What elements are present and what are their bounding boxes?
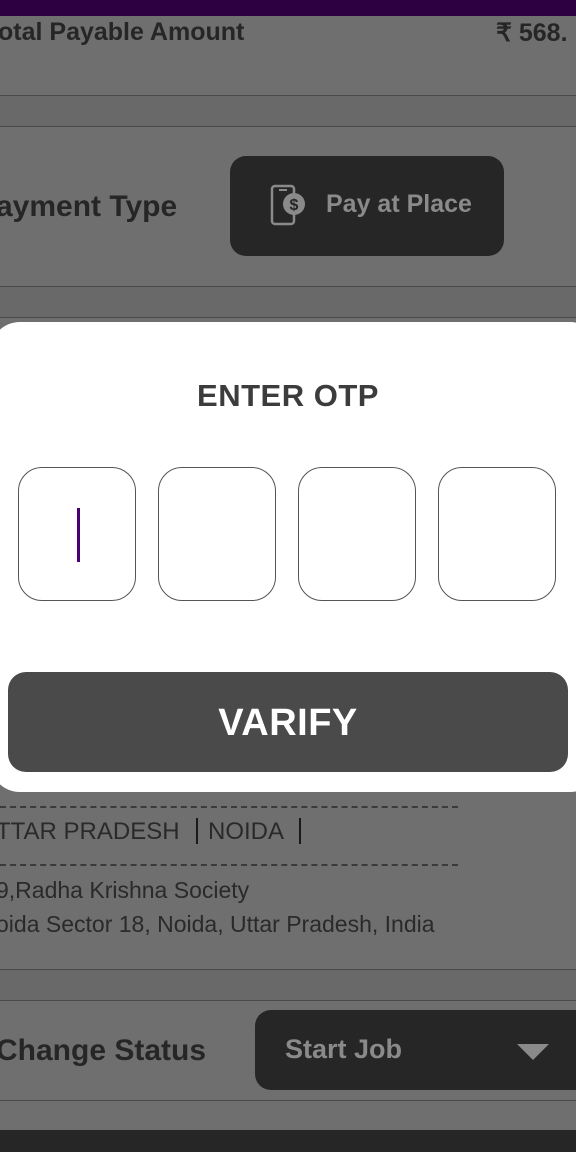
total-payable-label: otal Payable Amount (0, 18, 245, 46)
divider (0, 126, 576, 127)
separator (299, 818, 301, 844)
total-payable-value: ₹ 568. (496, 19, 568, 47)
verify-button[interactable]: VARIFY (8, 672, 568, 772)
dashed-divider (0, 864, 458, 866)
pay-at-place-button[interactable]: $ Pay at Place (230, 156, 504, 256)
city-label: NOIDA (208, 818, 285, 845)
svg-text:$: $ (290, 197, 299, 214)
status-bar (0, 0, 576, 16)
payment-type-label: ayment Type (0, 190, 178, 223)
state-label: TTAR PRADESH (0, 818, 180, 845)
section-gap (0, 970, 576, 1000)
caret-down-icon (517, 1044, 549, 1060)
verify-button-label: VARIFY (218, 702, 358, 744)
status-dropdown[interactable]: Start Job (255, 1010, 576, 1090)
divider (0, 1000, 576, 1001)
otp-dialog-title: ENTER OTP (197, 378, 379, 413)
separator (196, 818, 198, 844)
pay-at-place-label: Pay at Place (326, 190, 472, 218)
otp-digit-4-input[interactable] (438, 467, 556, 601)
otp-digit-2-input[interactable] (158, 467, 276, 601)
divider (0, 1100, 576, 1101)
section-gap (0, 287, 576, 317)
divider (0, 317, 576, 318)
address-line-2: oida Sector 18, Noida, Uttar Pradesh, In… (0, 911, 435, 937)
navigation-bar (0, 1130, 576, 1152)
dashed-divider (0, 806, 458, 808)
text-cursor (77, 508, 80, 562)
otp-digit-3-input[interactable] (298, 467, 416, 601)
phone-dollar-icon: $ (270, 184, 305, 226)
section-gap (0, 96, 576, 126)
address-line-1: 9,Radha Krishna Society (0, 877, 250, 903)
otp-digit-1-input[interactable] (18, 467, 136, 601)
change-status-label: Change Status (0, 1034, 207, 1067)
status-selected-value: Start Job (285, 1034, 403, 1064)
